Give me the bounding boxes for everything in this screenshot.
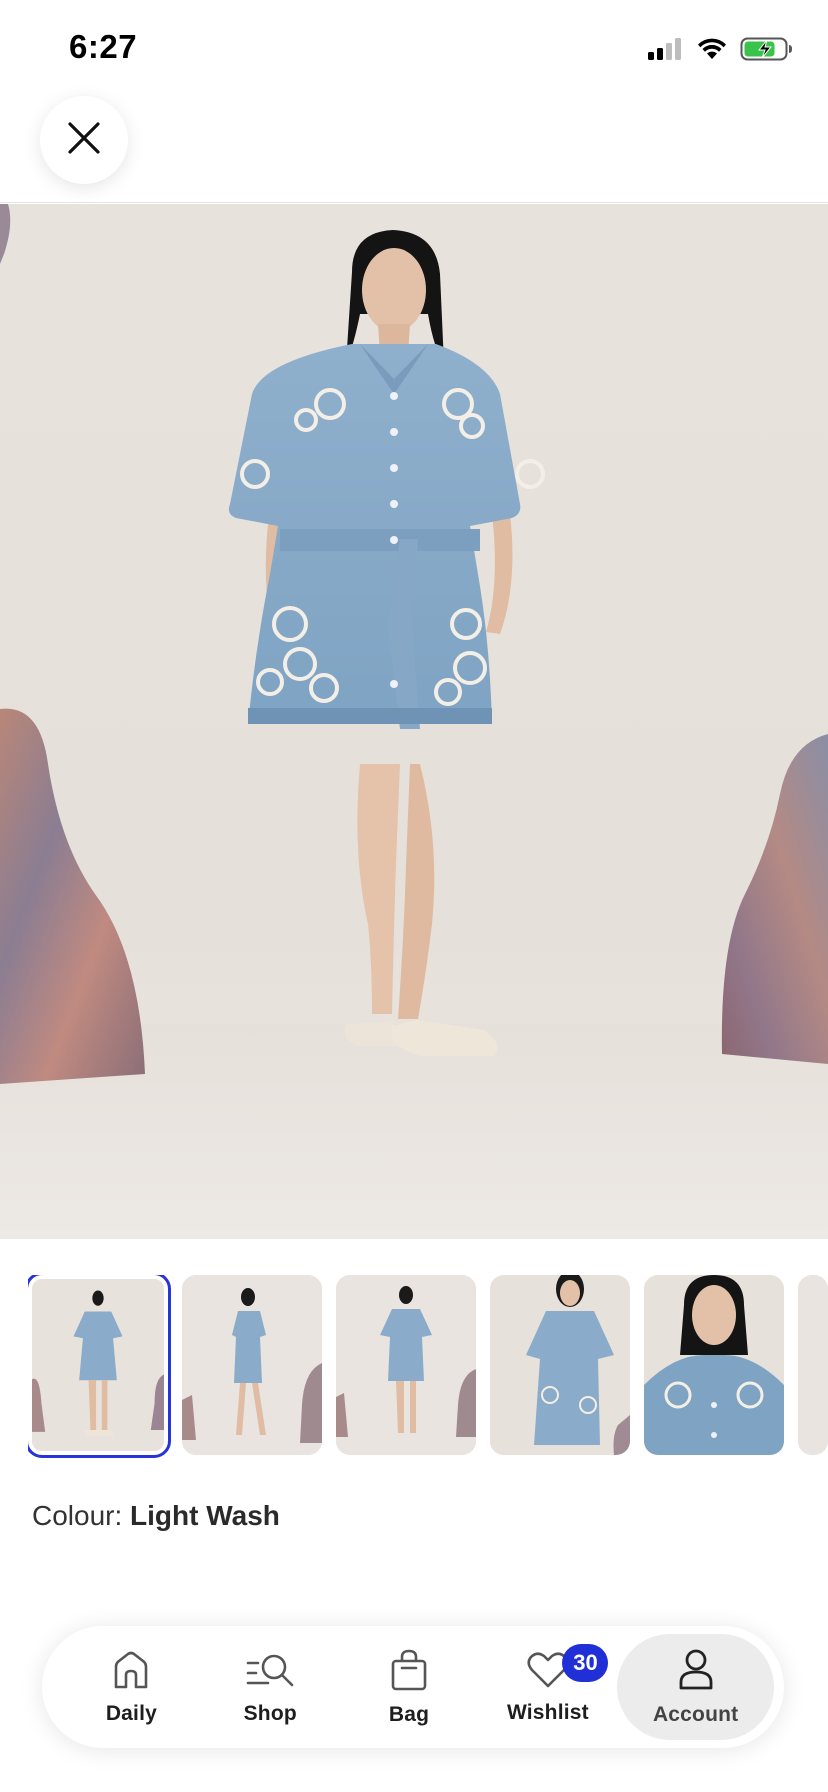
nav-item-wishlist[interactable]: Wishlist 30 xyxy=(478,1634,617,1740)
nav-item-account[interactable]: Account xyxy=(617,1634,774,1740)
modal-header xyxy=(0,90,828,203)
wifi-icon xyxy=(696,37,728,66)
nav-label-bag: Bag xyxy=(388,1702,430,1726)
status-icons xyxy=(646,36,794,67)
product-gallery-screen: 6:27 Colour: Light Wash Daily Shop Bag W… xyxy=(0,0,828,1792)
battery-charging-icon xyxy=(740,36,794,67)
account-icon xyxy=(675,1648,717,1697)
close-icon xyxy=(67,121,101,160)
status-time: 6:27 xyxy=(69,28,138,65)
nav-item-daily[interactable]: Daily xyxy=(62,1634,201,1740)
search-list-icon xyxy=(244,1649,296,1696)
thumbnail-detail-crop[interactable] xyxy=(644,1275,784,1455)
bottom-navigation: Daily Shop Bag Wishlist 30 Account xyxy=(42,1626,784,1748)
main-product-image[interactable] xyxy=(0,204,828,1239)
nav-label-account: Account xyxy=(652,1702,739,1726)
product-photo-illustration xyxy=(0,204,828,1239)
nav-label-shop: Shop xyxy=(243,1701,297,1725)
colour-info: Colour: Light Wash xyxy=(32,1500,280,1532)
thumbnail-front-crop[interactable] xyxy=(490,1275,630,1455)
thumbnail-front-full[interactable] xyxy=(28,1275,171,1458)
nav-item-shop[interactable]: Shop xyxy=(201,1634,340,1740)
nav-label-daily: Daily xyxy=(105,1701,158,1725)
thumbnail-next-partial[interactable] xyxy=(798,1275,828,1455)
cellular-signal-icon xyxy=(646,37,684,66)
nav-label-wishlist: Wishlist xyxy=(506,1700,589,1724)
status-bar: 6:27 xyxy=(0,0,828,90)
bag-icon xyxy=(388,1648,430,1697)
thumbnail-back-full[interactable] xyxy=(336,1275,476,1455)
home-icon xyxy=(110,1649,152,1696)
close-button[interactable] xyxy=(40,96,128,184)
nav-item-bag[interactable]: Bag xyxy=(340,1634,479,1740)
thumbnail-side-full[interactable] xyxy=(182,1275,322,1455)
colour-value: Light Wash xyxy=(130,1500,280,1531)
wishlist-count-badge: 30 xyxy=(562,1644,609,1682)
colour-label: Colour: xyxy=(32,1500,123,1531)
thumbnail-strip[interactable] xyxy=(28,1275,828,1465)
